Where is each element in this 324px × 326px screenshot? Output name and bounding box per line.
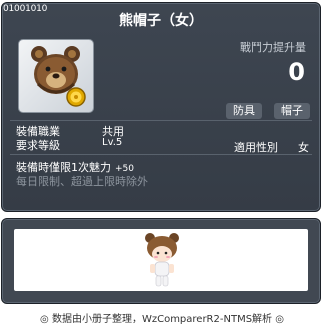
tag-armor: 防具 [226, 103, 262, 119]
divider-top [10, 120, 312, 121]
divider-middle [10, 154, 312, 155]
item-tooltip: 01001010 熊帽子（女） 戰鬥力提升量 0 防具 帽子 裝備職業 共用 要… [1, 2, 321, 212]
level-value: Lv.5 [102, 137, 123, 148]
gender-value: 女 [298, 141, 309, 154]
character-preview-icon [145, 233, 179, 287]
character-preview-area [14, 229, 308, 291]
tag-hat: 帽子 [274, 103, 310, 119]
stat-label: 戰鬥力提升量 [240, 41, 306, 54]
item-icon-box [18, 39, 94, 113]
bear-hat-icon [31, 46, 86, 107]
item-name: 熊帽子（女） [119, 13, 203, 29]
footer-credit: ◎ 数据由小册子整理，WzComparerR2-NTMS解析 ◎ [40, 314, 284, 325]
limit-note: 每日限制、超過上限時除外 [16, 175, 148, 188]
stat-value: 0 [288, 58, 305, 86]
gender-label: 適用性別 [234, 141, 278, 154]
level-label: 要求等級 [16, 139, 60, 152]
character-preview-panel [1, 218, 321, 304]
